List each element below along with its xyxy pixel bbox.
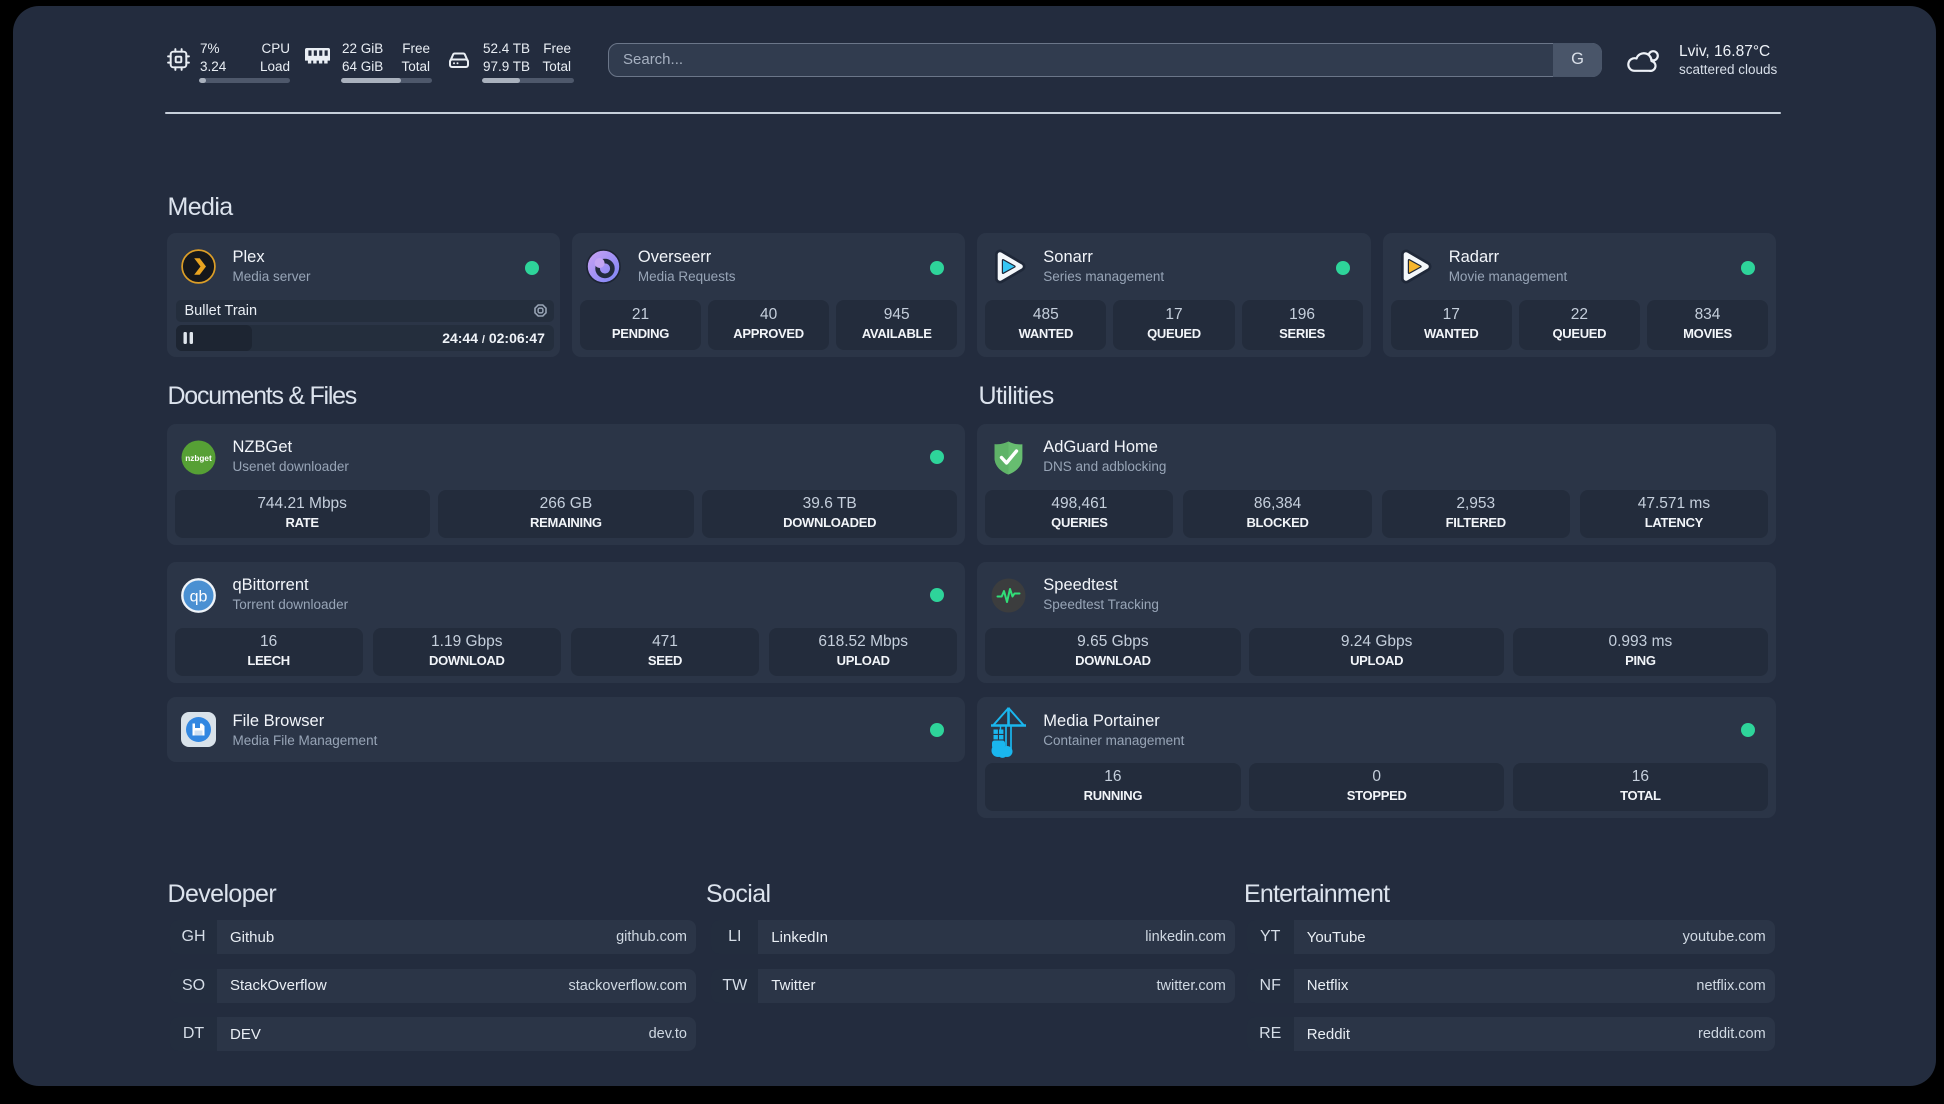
- svg-text:nzbget: nzbget: [185, 454, 212, 463]
- svg-text:qb: qb: [189, 588, 207, 605]
